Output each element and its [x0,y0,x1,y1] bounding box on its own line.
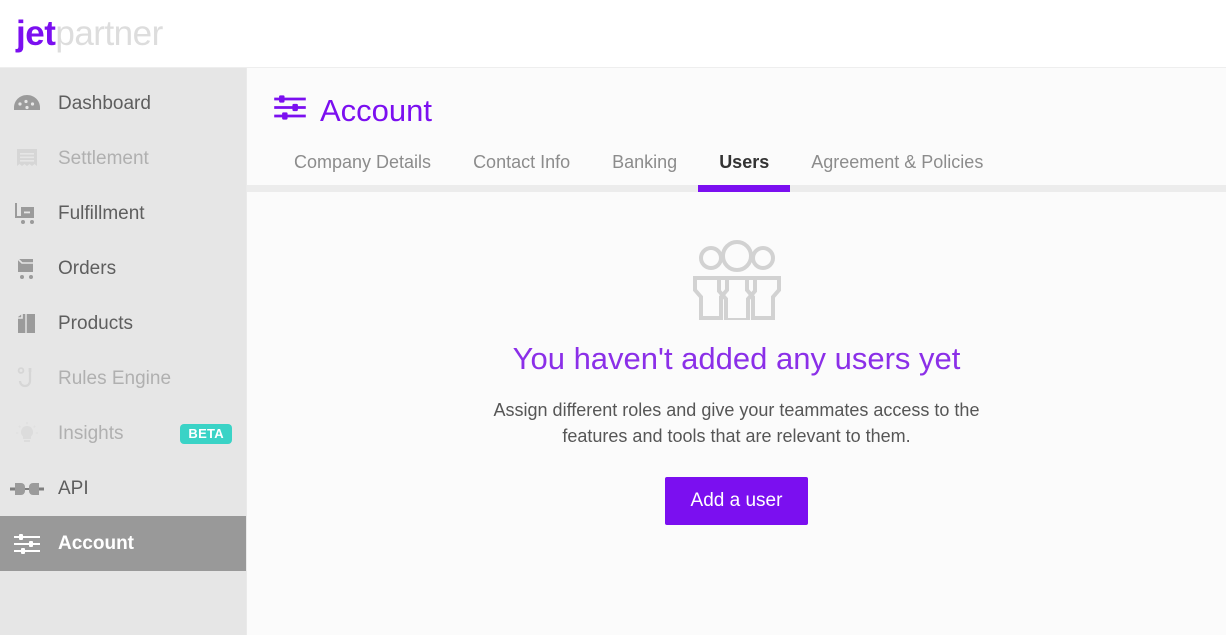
three-users-icon [687,240,787,325]
plug-icon [10,474,44,504]
gauge-icon [10,89,44,119]
tab-contact-info[interactable]: Contact Info [452,144,591,185]
body-container: Dashboard Settlement Fulfillment Orders [0,68,1226,635]
page-title: Account [320,92,433,128]
app-root: jet partner Dashboard Settlement Fulfill… [0,0,1226,635]
tab-banking[interactable]: Banking [591,144,698,185]
logo-primary-text: jet [16,13,56,53]
users-empty-state: You haven't added any users yet Assign d… [247,192,1226,635]
receipt-icon [10,144,44,174]
tab-company-details[interactable]: Company Details [273,144,452,185]
sidebar-item-account[interactable]: Account [0,516,246,571]
sidebar-item-products[interactable]: Products [0,296,246,351]
page-header: Account [247,68,1226,126]
sidebar-item-label: Products [58,312,133,334]
empty-state-title: You haven't added any users yet [512,341,961,376]
add-user-button[interactable]: Add a user [664,477,809,526]
sidebar-item-orders[interactable]: Orders [0,241,246,296]
sidebar-item-fulfillment[interactable]: Fulfillment [0,186,246,241]
empty-state-description: Assign different roles and give your tea… [493,400,980,447]
sidebar-item-rules-engine[interactable]: Rules Engine [0,351,246,406]
tab-agreement-policies[interactable]: Agreement & Policies [790,144,1004,185]
cart-icon [10,254,44,284]
tab-bar: Company Details Contact Info Banking Use… [247,144,1226,192]
sidebar-item-insights[interactable]: Insights BETA [0,406,246,461]
sidebar-item-label: Dashboard [58,92,151,114]
tab-users[interactable]: Users [698,144,791,192]
status-badge: BETA [180,423,232,444]
sidebar-item-dashboard[interactable]: Dashboard [0,76,246,131]
sidebar-item-label: API [58,477,89,499]
sidebar-item-label: Settlement [58,147,149,169]
sidebar-item-label: Fulfillment [58,202,145,224]
sliders-icon [10,529,44,559]
top-bar: jet partner [0,0,1226,68]
cart-out-icon [10,199,44,229]
sidebar-item-label: Orders [58,257,117,279]
sliders-icon [273,94,307,126]
sidebar-item-label: Rules Engine [58,367,172,389]
rules-icon [10,364,44,394]
sidebar: Dashboard Settlement Fulfillment Orders [0,68,246,635]
lightbulb-icon [10,419,44,449]
brand-logo[interactable]: jet partner [16,14,163,54]
logo-secondary-text: partner [55,13,163,53]
sidebar-item-api[interactable]: API [0,461,246,516]
sidebar-item-settlement[interactable]: Settlement [0,131,246,186]
sidebar-item-label: Insights [58,422,124,444]
sidebar-item-label: Account [58,532,134,554]
box-icon [10,309,44,339]
main-content: Account Company Details Contact Info Ban… [246,68,1226,635]
